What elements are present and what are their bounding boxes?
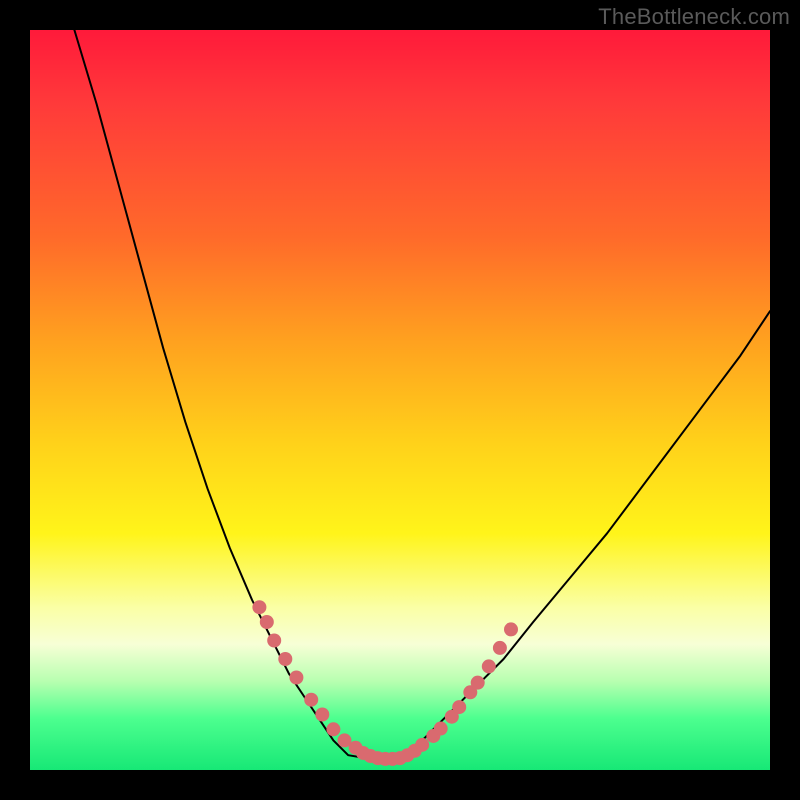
curve-lines	[74, 30, 770, 759]
curve-markers	[252, 600, 518, 766]
marker-dot	[315, 708, 329, 722]
marker-dot	[482, 659, 496, 673]
curve-svg	[30, 30, 770, 770]
marker-dot	[252, 600, 266, 614]
marker-dot	[304, 693, 318, 707]
watermark-text: TheBottleneck.com	[598, 4, 790, 30]
marker-dot	[278, 652, 292, 666]
marker-dot	[415, 738, 429, 752]
marker-dot	[493, 641, 507, 655]
bottleneck-curve	[74, 30, 770, 759]
marker-dot	[452, 700, 466, 714]
chart-frame: TheBottleneck.com	[0, 0, 800, 800]
plot-area	[30, 30, 770, 770]
marker-dot	[504, 622, 518, 636]
marker-dot	[434, 722, 448, 736]
marker-dot	[326, 722, 340, 736]
marker-dot	[471, 676, 485, 690]
marker-dot	[267, 634, 281, 648]
marker-dot	[260, 615, 274, 629]
marker-dot	[289, 671, 303, 685]
